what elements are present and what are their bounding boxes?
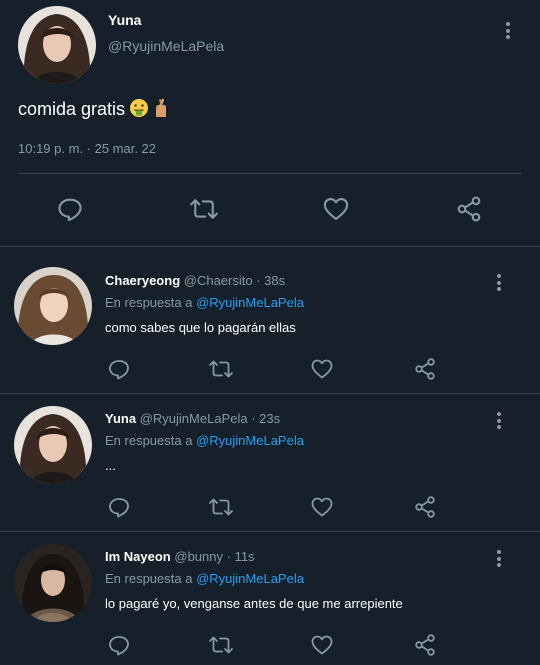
reply-icon[interactable] xyxy=(56,195,84,223)
reply-tweet[interactable]: Im Nayeon @bunny · 11s En respuesta a @R… xyxy=(0,532,540,665)
share-icon[interactable] xyxy=(455,195,483,223)
reply-header: Chaeryeong @Chaersito · 38s xyxy=(105,273,285,288)
author-handle[interactable]: @RyujinMeLaPela xyxy=(140,411,248,426)
retweet-icon[interactable] xyxy=(188,195,220,223)
main-tweet: Yuna @RyujinMeLaPela comida gratis 10:19… xyxy=(0,0,540,247)
reply-context: En respuesta a @RyujinMeLaPela xyxy=(105,571,304,586)
divider xyxy=(18,173,522,174)
tweet-text-content: comida gratis xyxy=(18,99,126,119)
money-mouth-face-emoji xyxy=(129,98,149,123)
tweet-timestamp: 10:19 p. m. · 25 mar. 22 xyxy=(18,141,157,156)
action-bar xyxy=(0,192,540,228)
reply-text: lo pagaré yo, venganse antes de que me a… xyxy=(105,596,403,611)
tweet-text: comida gratis xyxy=(18,98,169,123)
share-icon[interactable] xyxy=(413,495,437,519)
reply-time: · 11s xyxy=(226,549,255,564)
reply-time: · 23s xyxy=(251,411,281,426)
reply-time: · 38s xyxy=(256,273,286,288)
crossed-fingers-emoji xyxy=(153,98,169,123)
like-icon[interactable] xyxy=(310,495,334,519)
share-icon[interactable] xyxy=(413,633,437,657)
more-options-icon[interactable] xyxy=(496,550,502,570)
author-handle[interactable]: @RyujinMeLaPela xyxy=(108,38,224,54)
retweet-icon[interactable] xyxy=(207,357,235,381)
mention-link[interactable]: @RyujinMeLaPela xyxy=(196,433,304,448)
reply-header: Yuna @RyujinMeLaPela · 23s xyxy=(105,411,280,426)
like-icon[interactable] xyxy=(322,195,350,223)
reply-tweet[interactable]: Yuna @RyujinMeLaPela · 23s En respuesta … xyxy=(0,394,540,531)
reply-icon[interactable] xyxy=(107,633,131,657)
author-name[interactable]: Chaeryeong xyxy=(105,273,180,288)
more-options-icon[interactable] xyxy=(496,274,502,294)
reply-tweet[interactable]: Chaeryeong @Chaersito · 38s En respuesta… xyxy=(0,247,540,393)
more-options-icon[interactable] xyxy=(496,412,502,432)
more-options-icon[interactable] xyxy=(505,22,511,42)
retweet-icon[interactable] xyxy=(207,495,235,519)
reply-prefix: En respuesta a xyxy=(105,571,193,586)
avatar[interactable] xyxy=(14,406,92,484)
reply-icon[interactable] xyxy=(107,495,131,519)
mention-link[interactable]: @RyujinMeLaPela xyxy=(196,571,304,586)
author-handle[interactable]: @bunny xyxy=(174,549,223,564)
reply-text: como sabes que lo pagarán ellas xyxy=(105,320,296,335)
author-handle[interactable]: @Chaersito xyxy=(184,273,253,288)
reply-context: En respuesta a @RyujinMeLaPela xyxy=(105,295,304,310)
retweet-icon[interactable] xyxy=(207,633,235,657)
avatar[interactable] xyxy=(14,544,92,622)
reply-prefix: En respuesta a xyxy=(105,433,193,448)
mention-link[interactable]: @RyujinMeLaPela xyxy=(196,295,304,310)
author-name[interactable]: Im Nayeon xyxy=(105,549,171,564)
reply-header: Im Nayeon @bunny · 11s xyxy=(105,549,255,564)
author-name[interactable]: Yuna xyxy=(105,411,136,426)
author-name[interactable]: Yuna xyxy=(108,12,141,28)
avatar[interactable] xyxy=(14,267,92,345)
reply-text: ... xyxy=(105,458,116,473)
like-icon[interactable] xyxy=(310,633,334,657)
reply-icon[interactable] xyxy=(107,357,131,381)
share-icon[interactable] xyxy=(413,357,437,381)
reply-prefix: En respuesta a xyxy=(105,295,193,310)
like-icon[interactable] xyxy=(310,357,334,381)
avatar[interactable] xyxy=(18,6,96,84)
reply-context: En respuesta a @RyujinMeLaPela xyxy=(105,433,304,448)
